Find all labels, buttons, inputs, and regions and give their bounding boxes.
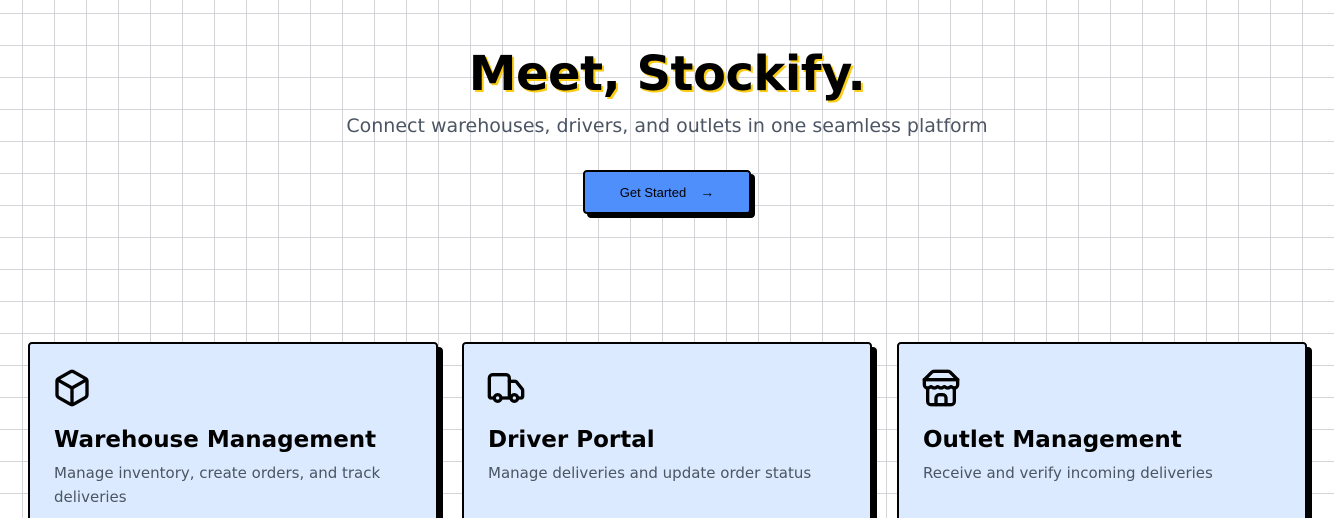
store-icon bbox=[921, 368, 961, 408]
feature-description: Manage deliveries and update order statu… bbox=[488, 464, 812, 482]
arrow-right-icon: → bbox=[700, 184, 715, 200]
get-started-label: Get Started bbox=[619, 184, 687, 200]
feature-description: Manage inventory, create orders, and tra… bbox=[54, 464, 381, 506]
box-icon bbox=[52, 368, 92, 408]
hero-subtitle: Connect warehouses, drivers, and outlets… bbox=[346, 115, 988, 137]
feature-title: Warehouse Management bbox=[54, 427, 377, 453]
feature-description: Receive and verify incoming deliveries bbox=[923, 464, 1213, 482]
feature-card-warehouse[interactable]: Warehouse Management Manage inventory, c… bbox=[28, 342, 438, 518]
feature-card-driver[interactable]: Driver Portal Manage deliveries and upda… bbox=[462, 342, 872, 518]
page-title: Meet, Stockify. bbox=[468, 46, 866, 102]
truck-icon bbox=[486, 368, 526, 408]
feature-title: Driver Portal bbox=[488, 427, 655, 453]
feature-card-outlet[interactable]: Outlet Management Receive and verify inc… bbox=[897, 342, 1307, 518]
feature-title: Outlet Management bbox=[923, 427, 1182, 453]
get-started-button[interactable]: Get Started → bbox=[583, 170, 751, 214]
